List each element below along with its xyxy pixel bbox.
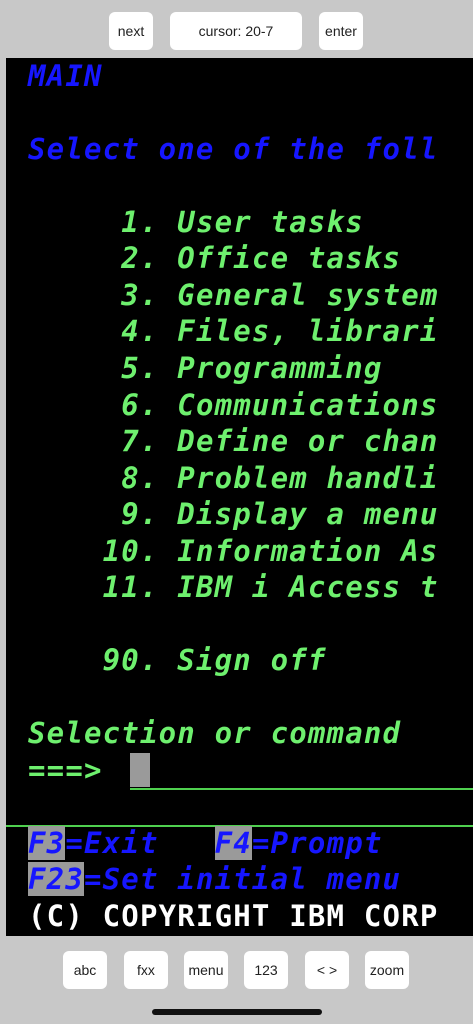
menu-item-number: 5. [28,351,159,385]
prompt-label: Selection or command [28,716,402,750]
menu-item-number: 4. [28,314,159,348]
function-keys-row-1: F3=Exit F4=Prompt [28,825,383,861]
menu-item-text: Define or chan [158,424,439,458]
menu-item[interactable]: 1. User tasks [28,204,364,240]
f3-key[interactable]: F3 [28,826,66,860]
menu-item[interactable]: 2. Office tasks [28,240,401,276]
enter-button[interactable]: enter [319,12,363,50]
menu-item[interactable]: 7. Define or chan [28,423,439,459]
menu-item[interactable]: 4. Files, librari [28,313,439,349]
menu-item-text: Office tasks [158,241,402,275]
terminal-screen[interactable]: MAIN Select one of the foll 1. User task… [6,58,473,936]
menu-item-text: Display a menu [158,497,439,531]
menu-item-text: Information As [158,534,439,568]
menu-item-text: User tasks [158,205,364,239]
menu-item-number: 8. [28,461,159,495]
prompt-arrow: ===> [28,753,103,787]
f23-label: =Set initial menu [83,862,402,896]
command-input-field[interactable] [130,788,473,790]
menu-item-number: 9. [28,497,159,531]
home-indicator[interactable] [152,1009,322,1015]
menu-item-text: Problem handli [158,461,439,495]
numeric-keyboard-button[interactable]: 123 [244,951,288,989]
text-cursor[interactable] [130,753,150,787]
screen-title: MAIN [28,59,103,93]
menu-item-number: 1. [28,205,159,239]
menu-item-text: Files, librari [158,314,439,348]
menu-item[interactable]: 8. Problem handli [28,460,439,496]
next-button[interactable]: next [109,12,153,50]
menu-item[interactable]: 3. General system [28,277,439,313]
function-keys-button[interactable]: fxx [124,951,168,989]
menu-item-text: Communications [158,388,439,422]
menu-item-number: 90. [28,643,159,677]
f23-key[interactable]: F23 [28,862,84,896]
menu-item-number: 10. [28,534,159,568]
menu-item-number: 11. [28,570,159,604]
cursor-position-button[interactable]: cursor: 20-7 [170,12,302,50]
menu-item-number: 2. [28,241,159,275]
f4-key[interactable]: F4 [214,826,252,860]
menu-item[interactable]: 10. Information As [28,533,439,569]
f4-label: =Prompt [251,826,383,860]
zoom-button[interactable]: zoom [365,951,409,989]
top-toolbar: next cursor: 20-7 enter [0,0,473,58]
menu-item-number: 3. [28,278,159,312]
menu-item-text: General system [158,278,439,312]
menu-item-signoff[interactable]: 90. Sign off [28,642,327,678]
menu-item-text: Programming [158,351,383,385]
bottom-toolbar: abc fxx menu 123 < > zoom [0,936,473,1024]
function-keys-row-2: F23=Set initial menu [28,861,401,897]
arrow-keys-button[interactable]: < > [305,951,349,989]
keyboard-abc-button[interactable]: abc [63,951,107,989]
menu-item-text: IBM i Access t [158,570,439,604]
menu-item[interactable]: 6. Communications [28,387,439,423]
menu-item[interactable]: 9. Display a menu [28,496,439,532]
menu-item-text: Sign off [158,643,327,677]
menu-item-number: 6. [28,388,159,422]
menu-item[interactable]: 11. IBM i Access t [28,569,439,605]
menu-item-number: 7. [28,424,159,458]
menu-item[interactable]: 5. Programming [28,350,383,386]
f3-label: =Exit [65,826,159,860]
menu-button[interactable]: menu [184,951,228,989]
copyright-text: (C) COPYRIGHT IBM CORP [28,899,439,933]
instruction-text: Select one of the foll [28,132,439,166]
